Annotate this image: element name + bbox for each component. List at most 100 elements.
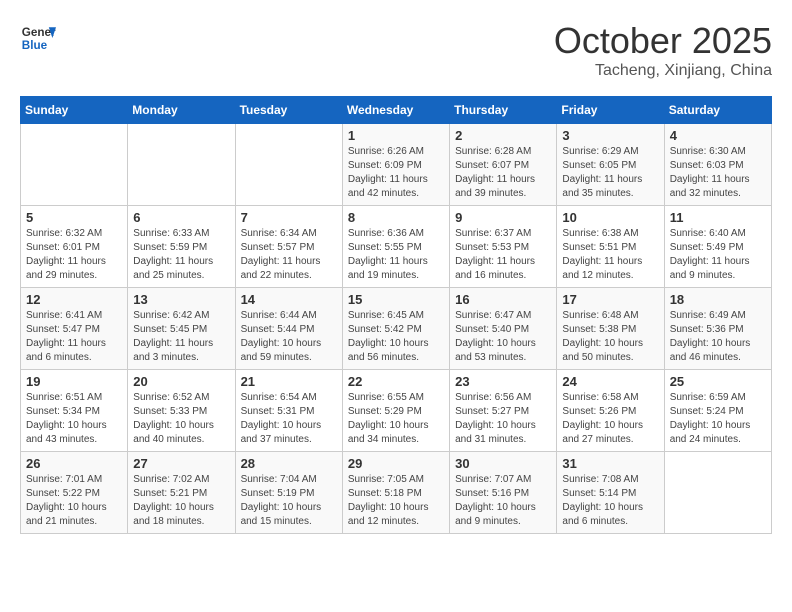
day-number: 7 [241,210,337,225]
day-number: 1 [348,128,444,143]
logo-icon: General Blue [20,20,56,56]
day-info: Sunrise: 6:38 AM Sunset: 5:51 PM Dayligh… [562,227,658,283]
calendar-cell: 6 Sunrise: 6:33 AM Sunset: 5:59 PM Daylig… [128,206,235,288]
calendar-cell: 5 Sunrise: 6:32 AM Sunset: 6:01 PM Daylig… [21,206,128,288]
calendar-cell: 18 Sunrise: 6:49 AM Sunset: 5:36 PM Dayli… [664,288,771,370]
weekday-header-saturday: Saturday [664,97,771,124]
day-number: 2 [455,128,551,143]
day-info: Sunrise: 7:01 AM Sunset: 5:22 PM Dayligh… [26,473,122,529]
day-info: Sunrise: 6:51 AM Sunset: 5:34 PM Dayligh… [26,391,122,447]
day-info: Sunrise: 6:49 AM Sunset: 5:36 PM Dayligh… [670,309,766,365]
day-number: 29 [348,456,444,471]
day-info: Sunrise: 6:40 AM Sunset: 5:49 PM Dayligh… [670,227,766,283]
calendar-cell: 28Sunrise: 7:04 AM Sunset: 5:19 PM Dayli… [235,452,342,534]
calendar-week-2: 5 Sunrise: 6:32 AM Sunset: 6:01 PM Daylig… [21,206,772,288]
day-info: Sunrise: 6:32 AM Sunset: 6:01 PM Dayligh… [26,227,122,283]
calendar-cell: 9Sunrise: 6:37 AM Sunset: 5:53 PM Daylig… [450,206,557,288]
weekday-header-thursday: Thursday [450,97,557,124]
title-block: October 2025 Tacheng, Xinjiang, China [554,20,772,80]
day-number: 5 [26,210,122,225]
calendar-cell: 17Sunrise: 6:48 AM Sunset: 5:38 PM Dayli… [557,288,664,370]
day-number: 12 [26,292,122,307]
day-number: 28 [241,456,337,471]
calendar-cell: 21 Sunrise: 6:54 AM Sunset: 5:31 PM Dayli… [235,370,342,452]
calendar-cell: 22 Sunrise: 6:55 AM Sunset: 5:29 PM Dayli… [342,370,449,452]
day-number: 9 [455,210,551,225]
calendar-cell: 13 Sunrise: 6:42 AM Sunset: 5:45 PM Dayli… [128,288,235,370]
calendar-week-3: 12 Sunrise: 6:41 AM Sunset: 5:47 PM Dayli… [21,288,772,370]
day-info: Sunrise: 6:52 AM Sunset: 5:33 PM Dayligh… [133,391,229,447]
day-number: 15 [348,292,444,307]
weekday-header-monday: Monday [128,97,235,124]
calendar-week-1: 1 Sunrise: 6:26 AM Sunset: 6:09 PM Daylig… [21,124,772,206]
day-info: Sunrise: 6:33 AM Sunset: 5:59 PM Dayligh… [133,227,229,283]
day-number: 21 [241,374,337,389]
day-info: Sunrise: 6:45 AM Sunset: 5:42 PM Dayligh… [348,309,444,365]
weekday-header-friday: Friday [557,97,664,124]
day-number: 8 [348,210,444,225]
calendar-week-4: 19 Sunrise: 6:51 AM Sunset: 5:34 PM Dayli… [21,370,772,452]
calendar-cell: 15 Sunrise: 6:45 AM Sunset: 5:42 PM Dayli… [342,288,449,370]
weekday-header-row: SundayMondayTuesdayWednesdayThursdayFrid… [21,97,772,124]
calendar-cell: 1 Sunrise: 6:26 AM Sunset: 6:09 PM Daylig… [342,124,449,206]
day-info: Sunrise: 6:41 AM Sunset: 5:47 PM Dayligh… [26,309,122,365]
calendar-cell: 31Sunrise: 7:08 AM Sunset: 5:14 PM Dayli… [557,452,664,534]
calendar-cell: 30 Sunrise: 7:07 AM Sunset: 5:16 PM Dayli… [450,452,557,534]
day-number: 24 [562,374,658,389]
calendar-cell: 3 Sunrise: 6:29 AM Sunset: 6:05 PM Daylig… [557,124,664,206]
day-number: 19 [26,374,122,389]
day-number: 23 [455,374,551,389]
day-info: Sunrise: 6:26 AM Sunset: 6:09 PM Dayligh… [348,145,444,201]
day-number: 20 [133,374,229,389]
day-number: 17 [562,292,658,307]
day-number: 26 [26,456,122,471]
calendar-cell: 25Sunrise: 6:59 AM Sunset: 5:24 PM Dayli… [664,370,771,452]
day-info: Sunrise: 6:36 AM Sunset: 5:55 PM Dayligh… [348,227,444,283]
day-info: Sunrise: 6:34 AM Sunset: 5:57 PM Dayligh… [241,227,337,283]
day-number: 22 [348,374,444,389]
day-info: Sunrise: 7:07 AM Sunset: 5:16 PM Dayligh… [455,473,551,529]
location-subtitle: Tacheng, Xinjiang, China [554,62,772,80]
day-number: 16 [455,292,551,307]
day-number: 27 [133,456,229,471]
month-title: October 2025 [554,20,772,62]
calendar-table: SundayMondayTuesdayWednesdayThursdayFrid… [20,96,772,534]
day-info: Sunrise: 7:05 AM Sunset: 5:18 PM Dayligh… [348,473,444,529]
calendar-cell: 20 Sunrise: 6:52 AM Sunset: 5:33 PM Dayli… [128,370,235,452]
day-number: 6 [133,210,229,225]
day-info: Sunrise: 7:02 AM Sunset: 5:21 PM Dayligh… [133,473,229,529]
calendar-cell [21,124,128,206]
day-number: 30 [455,456,551,471]
calendar-cell: 8 Sunrise: 6:36 AM Sunset: 5:55 PM Daylig… [342,206,449,288]
day-info: Sunrise: 6:56 AM Sunset: 5:27 PM Dayligh… [455,391,551,447]
calendar-cell: 7 Sunrise: 6:34 AM Sunset: 5:57 PM Daylig… [235,206,342,288]
calendar-cell [664,452,771,534]
day-number: 25 [670,374,766,389]
calendar-cell: 12 Sunrise: 6:41 AM Sunset: 5:47 PM Dayli… [21,288,128,370]
day-info: Sunrise: 6:47 AM Sunset: 5:40 PM Dayligh… [455,309,551,365]
day-info: Sunrise: 6:55 AM Sunset: 5:29 PM Dayligh… [348,391,444,447]
day-number: 11 [670,210,766,225]
calendar-cell: 2Sunrise: 6:28 AM Sunset: 6:07 PM Daylig… [450,124,557,206]
calendar-cell: 10 Sunrise: 6:38 AM Sunset: 5:51 PM Dayli… [557,206,664,288]
day-number: 3 [562,128,658,143]
calendar-cell: 23 Sunrise: 6:56 AM Sunset: 5:27 PM Dayli… [450,370,557,452]
day-info: Sunrise: 6:30 AM Sunset: 6:03 PM Dayligh… [670,145,766,201]
calendar-cell [235,124,342,206]
calendar-cell: 24Sunrise: 6:58 AM Sunset: 5:26 PM Dayli… [557,370,664,452]
logo: General Blue [20,20,56,56]
day-number: 18 [670,292,766,307]
day-info: Sunrise: 6:29 AM Sunset: 6:05 PM Dayligh… [562,145,658,201]
calendar-cell: 26 Sunrise: 7:01 AM Sunset: 5:22 PM Dayli… [21,452,128,534]
calendar-cell: 29 Sunrise: 7:05 AM Sunset: 5:18 PM Dayli… [342,452,449,534]
calendar-cell: 11 Sunrise: 6:40 AM Sunset: 5:49 PM Dayli… [664,206,771,288]
svg-text:Blue: Blue [22,39,48,52]
day-number: 13 [133,292,229,307]
calendar-cell: 19 Sunrise: 6:51 AM Sunset: 5:34 PM Dayli… [21,370,128,452]
calendar-cell: 16 Sunrise: 6:47 AM Sunset: 5:40 PM Dayli… [450,288,557,370]
calendar-cell: 4Sunrise: 6:30 AM Sunset: 6:03 PM Daylig… [664,124,771,206]
day-info: Sunrise: 6:54 AM Sunset: 5:31 PM Dayligh… [241,391,337,447]
day-info: Sunrise: 6:42 AM Sunset: 5:45 PM Dayligh… [133,309,229,365]
day-number: 10 [562,210,658,225]
calendar-cell [128,124,235,206]
